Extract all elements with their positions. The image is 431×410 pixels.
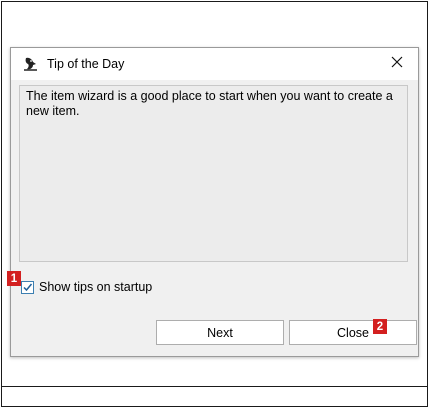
- show-tips-row: Show tips on startup: [21, 279, 152, 295]
- show-tips-label[interactable]: Show tips on startup: [39, 280, 152, 294]
- app-bird-icon: [23, 56, 39, 72]
- close-window-button[interactable]: [384, 52, 410, 76]
- close-button[interactable]: Close: [289, 320, 417, 345]
- annotation-marker-2: 2: [373, 319, 387, 334]
- dialog-title: Tip of the Day: [47, 57, 125, 71]
- close-button-label: Close: [337, 325, 369, 340]
- dialog-titlebar: Tip of the Day: [11, 48, 418, 80]
- show-tips-checkbox[interactable]: [21, 280, 34, 294]
- checkmark-icon: [23, 283, 33, 291]
- tip-of-the-day-dialog: Tip of the Day The item wizard is a good…: [10, 47, 419, 357]
- tip-text: The item wizard is a good place to start…: [26, 89, 393, 118]
- frame-divider: [1, 386, 428, 387]
- tip-text-area: The item wizard is a good place to start…: [19, 85, 408, 262]
- annotation-marker-1: 1: [7, 271, 21, 286]
- next-button[interactable]: Next: [156, 320, 284, 345]
- close-icon: [391, 55, 403, 73]
- next-button-label: Next: [207, 325, 233, 340]
